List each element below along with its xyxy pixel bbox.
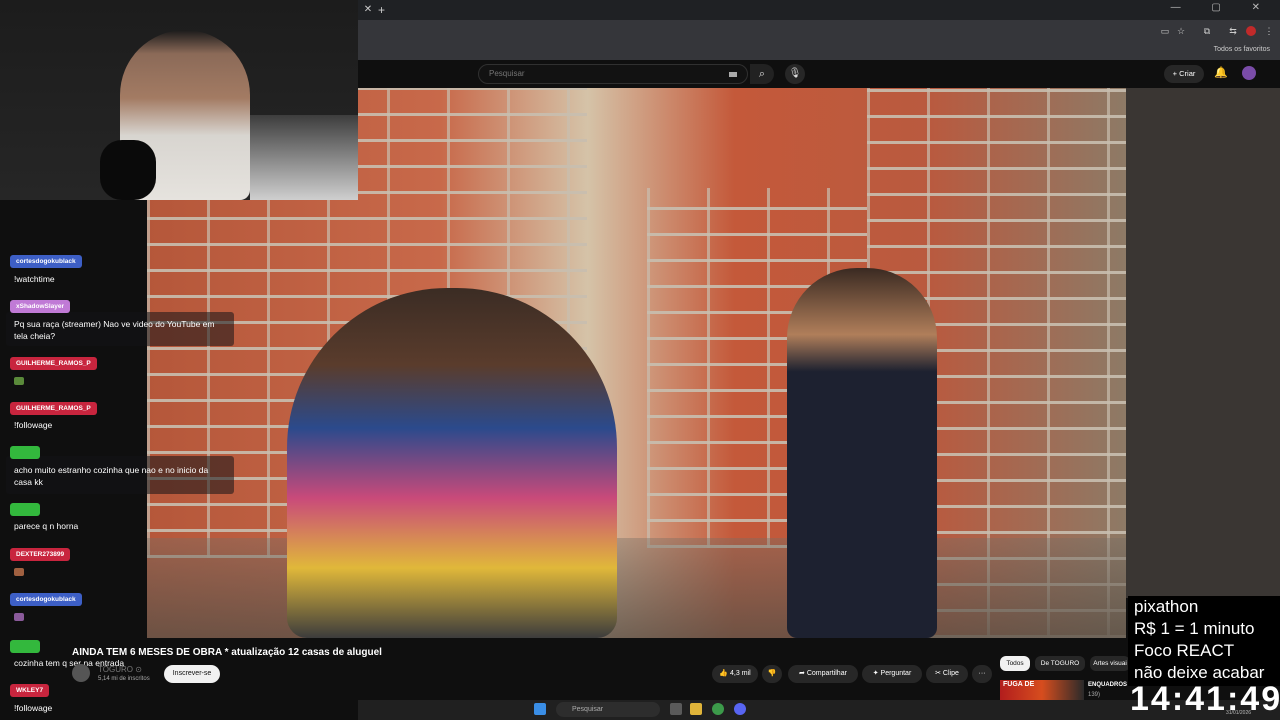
side-panel (1126, 88, 1280, 598)
task-view-icon[interactable] (670, 703, 682, 715)
stream-overlay: pixathon R$ 1 = 1 minuto Foco REACT não … (1128, 596, 1280, 686)
stream-clock: 14:41:49 (1130, 680, 1280, 718)
chip-all[interactable]: Todos (1000, 656, 1030, 671)
chip-visual-arts[interactable]: Artes visuai (1090, 656, 1130, 671)
video-title: AINDA TEM 6 MESES DE OBRA * atualização … (72, 647, 382, 658)
search-input[interactable] (487, 68, 711, 79)
ask-button[interactable]: ✦ Perguntar (862, 665, 922, 683)
webcam-feed (0, 0, 358, 200)
overlay-line: Foco REACT (1134, 641, 1235, 660)
search-box (478, 64, 748, 84)
overlay-line: R$ 1 = 1 minuto (1134, 619, 1255, 638)
overlay-line: pixathon (1134, 597, 1199, 616)
recommendation-meta: 139) (1088, 692, 1101, 698)
address-bar[interactable] (358, 20, 1280, 44)
clip-button[interactable]: ✂ Clipe (926, 665, 968, 683)
chat-username (10, 446, 40, 459)
subscribe-button[interactable]: Inscrever-se (164, 665, 220, 683)
chat-username: DEXTER273899 (10, 548, 71, 561)
channel-avatar[interactable] (72, 664, 90, 682)
more-actions-button[interactable]: ··· (972, 665, 992, 683)
subscriber-count: 5,14 mi de inscritos (98, 676, 150, 682)
file-explorer-icon[interactable] (690, 703, 702, 715)
clip-label: Clipe (942, 670, 959, 677)
menu-icon[interactable]: ⋮ (1264, 26, 1274, 36)
recommendation-thumbnail[interactable]: FUGA DE (1000, 680, 1084, 700)
tab-search-icon[interactable]: ⇆ (1228, 26, 1238, 36)
emote-icon (14, 613, 24, 621)
chat-message: !watchtime (14, 274, 55, 284)
chat-username: cortesdogokublack (10, 593, 82, 606)
windows-start-icon[interactable] (534, 703, 546, 715)
tab-close-icon[interactable]: ✕ (358, 0, 378, 20)
bell-icon[interactable]: 🔔 (1214, 66, 1228, 80)
chat-username: xShadowSlayer (10, 300, 71, 313)
create-button[interactable]: + Criar (1164, 65, 1204, 83)
chat-username (10, 640, 40, 653)
create-label: Criar (1179, 69, 1196, 78)
star-icon[interactable]: ☆ (1176, 26, 1186, 36)
chip-from-channel[interactable]: De TOGURO (1035, 656, 1085, 671)
chat-message: acho muito estranho cozinha que nao e no… (14, 465, 209, 487)
search-button[interactable]: ⌕ (750, 64, 774, 84)
like-count: 4,3 mil (730, 670, 751, 677)
chat-message: !followage (14, 420, 53, 430)
window-controls[interactable]: — ▢ ✕ (1171, 2, 1274, 13)
cam-shelf (250, 115, 358, 200)
chat-username: GUILHERME_RAMOS_P (10, 402, 97, 415)
profile-icon[interactable] (1246, 26, 1256, 36)
emote-icon (14, 568, 24, 576)
bookmarks-bar (358, 44, 1280, 60)
chat-overlay: cortesdogokublack !watchtime xShadowSlay… (0, 200, 234, 720)
cast-icon[interactable]: ▭ (1160, 26, 1170, 36)
microphone (100, 140, 156, 200)
extensions-icon[interactable]: ⧉ (1202, 26, 1212, 36)
share-button[interactable]: ➦ Compartilhar (788, 665, 858, 683)
avatar[interactable] (1242, 66, 1256, 80)
like-button[interactable]: 👍 4,3 mil (712, 665, 758, 683)
emote-icon (14, 377, 24, 385)
share-label: Compartilhar (806, 670, 847, 677)
dislike-button[interactable]: 👎 (762, 665, 782, 683)
new-tab-button[interactable]: + (378, 0, 390, 20)
ask-label: Perguntar (880, 670, 912, 677)
keyboard-icon[interactable] (729, 72, 737, 77)
chat-message: !followage (14, 703, 53, 713)
browser-tab-bar (358, 0, 1280, 20)
person-right (787, 268, 937, 638)
chrome-icon[interactable] (712, 703, 724, 715)
all-bookmarks-link[interactable]: Todos os favoritos (1214, 46, 1270, 53)
taskbar-search[interactable]: Pesquisar (556, 702, 660, 717)
chat-username: cortesdogokublack (10, 255, 82, 268)
discord-icon[interactable] (734, 703, 746, 715)
chat-message: Pq sua raça (streamer) Nao ve video do Y… (14, 319, 215, 341)
chat-username: WKLEY7 (10, 684, 50, 697)
chat-username (10, 503, 40, 516)
chat-username: GUILHERME_RAMOS_P (10, 357, 97, 370)
channel-name[interactable]: TOGURO ⊙ (98, 665, 142, 674)
mic-icon[interactable]: 🎙 (785, 64, 805, 84)
chat-message: parece q n horna (14, 521, 79, 531)
person-left (287, 288, 617, 638)
